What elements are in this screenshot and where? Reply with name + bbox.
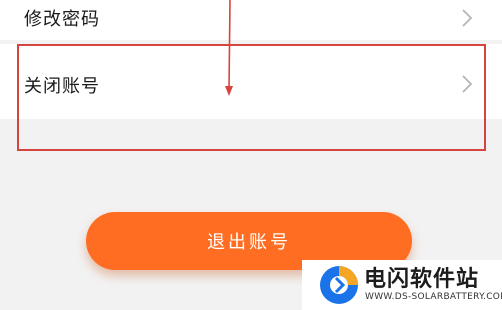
logout-label: 退出账号 — [207, 232, 291, 252]
watermark-logo-icon — [320, 266, 358, 304]
close-account-label: 关闭账号 — [24, 76, 100, 97]
change-password-label: 修改密码 — [24, 9, 100, 30]
watermark-name: 电闪软件站 — [364, 267, 480, 292]
settings-row-close-account[interactable]: 关闭账号 — [0, 44, 502, 119]
watermark-url: WWW.DS-SOLARBATTERY.COM — [365, 292, 502, 302]
chevron-right-icon — [462, 9, 473, 27]
watermark: 电闪软件站 WWW.DS-SOLARBATTERY.COM — [302, 260, 502, 310]
settings-row-change-password[interactable]: 修改密码 — [0, 0, 502, 40]
chevron-right-icon — [462, 75, 473, 93]
